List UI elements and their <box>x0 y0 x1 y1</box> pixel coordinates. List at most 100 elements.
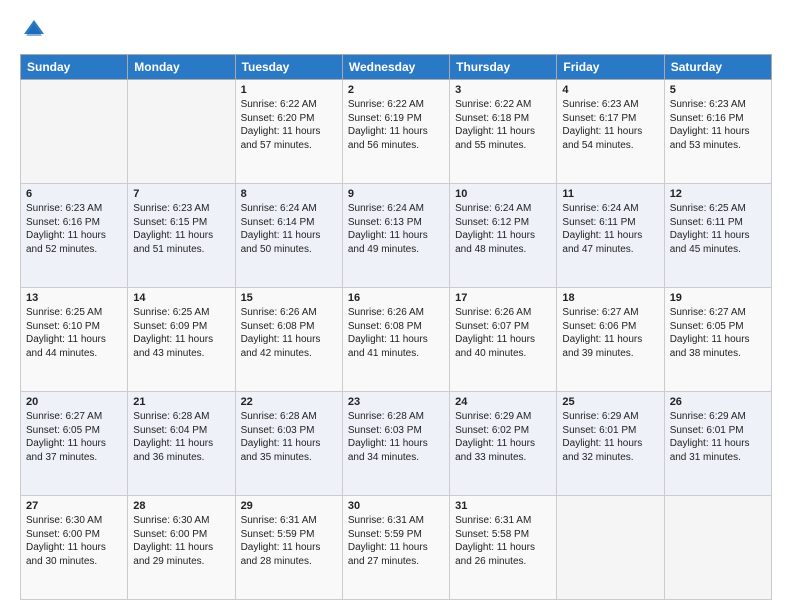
day-number: 12 <box>670 188 766 200</box>
cell-info: Sunrise: 6:22 AMSunset: 6:20 PMDaylight:… <box>241 98 337 152</box>
page: SundayMondayTuesdayWednesdayThursdayFrid… <box>0 0 792 612</box>
cell-info: Sunrise: 6:23 AMSunset: 6:16 PMDaylight:… <box>670 98 766 152</box>
cell-info: Sunrise: 6:29 AMSunset: 6:01 PMDaylight:… <box>670 410 766 464</box>
calendar-cell: 17Sunrise: 6:26 AMSunset: 6:07 PMDayligh… <box>450 288 557 392</box>
calendar-cell: 22Sunrise: 6:28 AMSunset: 6:03 PMDayligh… <box>235 392 342 496</box>
day-number: 26 <box>670 396 766 408</box>
calendar-cell: 7 Sunrise: 6:23 AMSunset: 6:15 PMDaylight… <box>128 184 235 288</box>
day-number: 25 <box>562 396 658 408</box>
calendar-cell: 26 Sunrise: 6:29 AMSunset: 6:01 PMDayligh… <box>664 392 771 496</box>
cell-info: Sunrise: 6:29 AMSunset: 6:01 PMDaylight:… <box>562 410 658 464</box>
cell-info: Sunrise: 6:22 AMSunset: 6:19 PMDaylight:… <box>348 98 444 152</box>
day-number: 13 <box>26 292 122 304</box>
calendar-cell: 6 Sunrise: 6:23 AMSunset: 6:16 PMDaylight… <box>21 184 128 288</box>
day-number: 20 <box>26 396 122 408</box>
col-header-monday: Monday <box>128 55 235 80</box>
day-number: 3 <box>455 84 551 96</box>
cell-info: Sunrise: 6:24 AMSunset: 6:11 PMDaylight:… <box>562 202 658 256</box>
cell-info: Sunrise: 6:23 AMSunset: 6:15 PMDaylight:… <box>133 202 229 256</box>
week-row-4: 20 Sunrise: 6:27 AMSunset: 6:05 PMDayligh… <box>21 392 772 496</box>
cell-info: Sunrise: 6:30 AMSunset: 6:00 PMDaylight:… <box>133 514 229 568</box>
cell-info: Sunrise: 6:28 AMSunset: 6:03 PMDaylight:… <box>348 410 444 464</box>
cell-info: Sunrise: 6:26 AMSunset: 6:08 PMDaylight:… <box>348 306 444 360</box>
col-header-tuesday: Tuesday <box>235 55 342 80</box>
day-number: 4 <box>562 84 658 96</box>
calendar-cell: 5 Sunrise: 6:23 AMSunset: 6:16 PMDaylight… <box>664 80 771 184</box>
calendar-cell: 1 Sunrise: 6:22 AMSunset: 6:20 PMDaylight… <box>235 80 342 184</box>
day-number: 7 <box>133 188 229 200</box>
day-number: 31 <box>455 500 551 512</box>
col-header-saturday: Saturday <box>664 55 771 80</box>
col-header-sunday: Sunday <box>21 55 128 80</box>
day-number: 11 <box>562 188 658 200</box>
day-number: 10 <box>455 188 551 200</box>
header <box>20 16 772 44</box>
calendar-table: SundayMondayTuesdayWednesdayThursdayFrid… <box>20 54 772 600</box>
week-row-1: 1 Sunrise: 6:22 AMSunset: 6:20 PMDaylight… <box>21 80 772 184</box>
cell-info: Sunrise: 6:25 AMSunset: 6:09 PMDaylight:… <box>133 306 229 360</box>
logo <box>20 16 52 44</box>
calendar-cell <box>128 80 235 184</box>
cell-info: Sunrise: 6:31 AMSunset: 5:59 PMDaylight:… <box>348 514 444 568</box>
cell-info: Sunrise: 6:31 AMSunset: 5:59 PMDaylight:… <box>241 514 337 568</box>
calendar-cell: 25 Sunrise: 6:29 AMSunset: 6:01 PMDayligh… <box>557 392 664 496</box>
cell-info: Sunrise: 6:24 AMSunset: 6:13 PMDaylight:… <box>348 202 444 256</box>
day-number: 8 <box>241 188 337 200</box>
day-number: 9 <box>348 188 444 200</box>
logo-icon <box>20 16 48 44</box>
calendar-cell: 19 Sunrise: 6:27 AMSunset: 6:05 PMDayligh… <box>664 288 771 392</box>
cell-info: Sunrise: 6:24 AMSunset: 6:12 PMDaylight:… <box>455 202 551 256</box>
day-number: 21 <box>133 396 229 408</box>
day-number: 14 <box>133 292 229 304</box>
cell-info: Sunrise: 6:23 AMSunset: 6:17 PMDaylight:… <box>562 98 658 152</box>
col-header-wednesday: Wednesday <box>342 55 449 80</box>
cell-info: Sunrise: 6:25 AMSunset: 6:11 PMDaylight:… <box>670 202 766 256</box>
cell-info: Sunrise: 6:24 AMSunset: 6:14 PMDaylight:… <box>241 202 337 256</box>
calendar-cell: 12 Sunrise: 6:25 AMSunset: 6:11 PMDayligh… <box>664 184 771 288</box>
calendar-cell: 13 Sunrise: 6:25 AMSunset: 6:10 PMDayligh… <box>21 288 128 392</box>
day-number: 6 <box>26 188 122 200</box>
cell-info: Sunrise: 6:25 AMSunset: 6:10 PMDaylight:… <box>26 306 122 360</box>
calendar-cell: 11 Sunrise: 6:24 AMSunset: 6:11 PMDayligh… <box>557 184 664 288</box>
cell-info: Sunrise: 6:26 AMSunset: 6:08 PMDaylight:… <box>241 306 337 360</box>
cell-info: Sunrise: 6:22 AMSunset: 6:18 PMDaylight:… <box>455 98 551 152</box>
calendar-cell: 16Sunrise: 6:26 AMSunset: 6:08 PMDayligh… <box>342 288 449 392</box>
calendar-cell: 20 Sunrise: 6:27 AMSunset: 6:05 PMDayligh… <box>21 392 128 496</box>
calendar-cell: 29Sunrise: 6:31 AMSunset: 5:59 PMDayligh… <box>235 496 342 600</box>
week-row-5: 27 Sunrise: 6:30 AMSunset: 6:00 PMDayligh… <box>21 496 772 600</box>
col-header-thursday: Thursday <box>450 55 557 80</box>
calendar-cell: 30 Sunrise: 6:31 AMSunset: 5:59 PMDayligh… <box>342 496 449 600</box>
calendar-cell: 21 Sunrise: 6:28 AMSunset: 6:04 PMDayligh… <box>128 392 235 496</box>
calendar-cell: 18 Sunrise: 6:27 AMSunset: 6:06 PMDayligh… <box>557 288 664 392</box>
calendar-cell: 15Sunrise: 6:26 AMSunset: 6:08 PMDayligh… <box>235 288 342 392</box>
week-row-2: 6 Sunrise: 6:23 AMSunset: 6:16 PMDaylight… <box>21 184 772 288</box>
cell-info: Sunrise: 6:28 AMSunset: 6:03 PMDaylight:… <box>241 410 337 464</box>
cell-info: Sunrise: 6:26 AMSunset: 6:07 PMDaylight:… <box>455 306 551 360</box>
day-number: 18 <box>562 292 658 304</box>
calendar-cell: 28 Sunrise: 6:30 AMSunset: 6:00 PMDayligh… <box>128 496 235 600</box>
day-number: 27 <box>26 500 122 512</box>
cell-info: Sunrise: 6:23 AMSunset: 6:16 PMDaylight:… <box>26 202 122 256</box>
calendar-cell: 23 Sunrise: 6:28 AMSunset: 6:03 PMDayligh… <box>342 392 449 496</box>
day-number: 28 <box>133 500 229 512</box>
calendar-cell: 4 Sunrise: 6:23 AMSunset: 6:17 PMDaylight… <box>557 80 664 184</box>
calendar-cell <box>664 496 771 600</box>
day-number: 23 <box>348 396 444 408</box>
day-number: 24 <box>455 396 551 408</box>
calendar-cell <box>557 496 664 600</box>
week-row-3: 13 Sunrise: 6:25 AMSunset: 6:10 PMDayligh… <box>21 288 772 392</box>
calendar-cell: 2Sunrise: 6:22 AMSunset: 6:19 PMDaylight… <box>342 80 449 184</box>
cell-info: Sunrise: 6:27 AMSunset: 6:05 PMDaylight:… <box>670 306 766 360</box>
calendar-cell: 9 Sunrise: 6:24 AMSunset: 6:13 PMDaylight… <box>342 184 449 288</box>
calendar-cell: 24Sunrise: 6:29 AMSunset: 6:02 PMDayligh… <box>450 392 557 496</box>
day-number: 19 <box>670 292 766 304</box>
day-number: 1 <box>241 84 337 96</box>
cell-info: Sunrise: 6:27 AMSunset: 6:05 PMDaylight:… <box>26 410 122 464</box>
day-number: 5 <box>670 84 766 96</box>
calendar-cell: 3 Sunrise: 6:22 AMSunset: 6:18 PMDaylight… <box>450 80 557 184</box>
calendar-header-row: SundayMondayTuesdayWednesdayThursdayFrid… <box>21 55 772 80</box>
cell-info: Sunrise: 6:28 AMSunset: 6:04 PMDaylight:… <box>133 410 229 464</box>
cell-info: Sunrise: 6:31 AMSunset: 5:58 PMDaylight:… <box>455 514 551 568</box>
day-number: 30 <box>348 500 444 512</box>
cell-info: Sunrise: 6:27 AMSunset: 6:06 PMDaylight:… <box>562 306 658 360</box>
